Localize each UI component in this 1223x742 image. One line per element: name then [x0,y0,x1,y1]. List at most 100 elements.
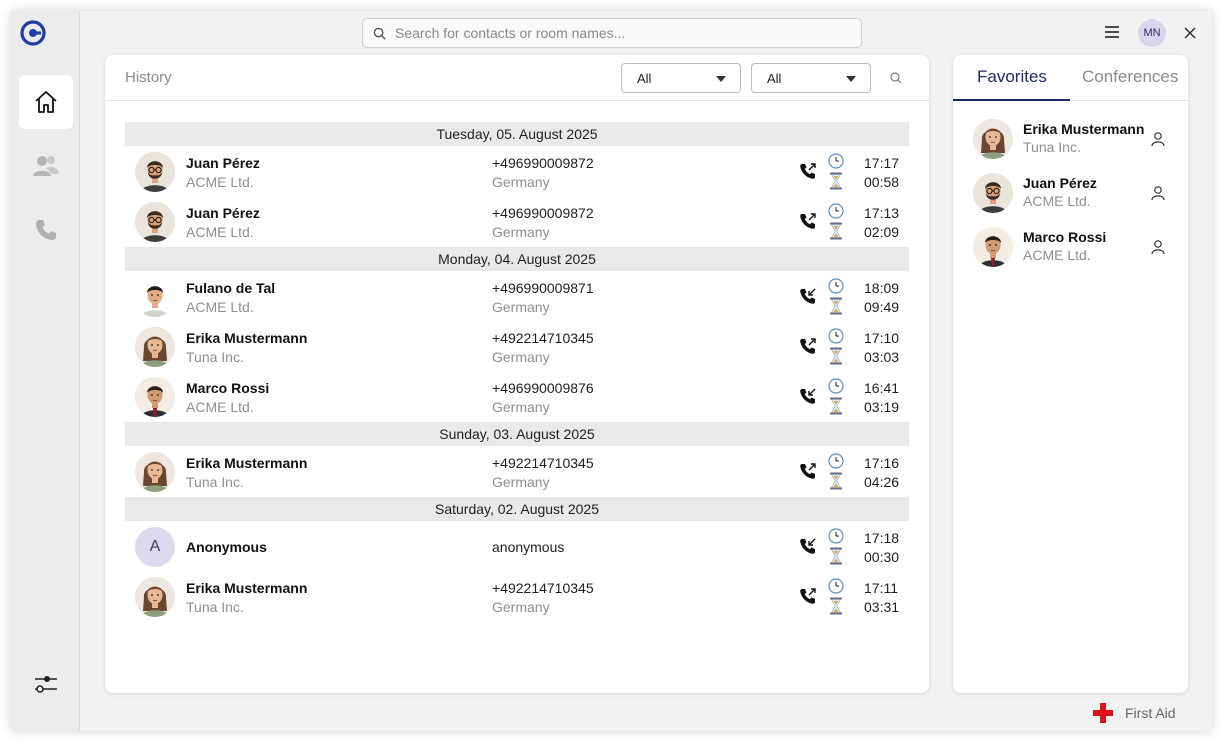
call-duration: 04:26 [864,474,900,490]
contact-avatar [135,452,175,492]
call-time-indicator [828,203,844,219]
history-row[interactable]: Erika Mustermann Tuna Inc. +492214710345 Ge… [125,447,909,497]
history-row[interactable]: Erika Mustermann Tuna Inc. +492214710345 Ge… [125,572,909,622]
contact-name: Marco Rossi [1023,229,1107,245]
app-logo-icon[interactable] [20,20,46,46]
call-time-indicator [828,278,844,294]
close-icon[interactable] [1183,26,1197,40]
tab-conferences[interactable]: Conferences [1082,67,1178,87]
filter-select-1-value: All [637,70,652,86]
contact-avatar [135,202,175,242]
settings-sliders-icon [35,676,57,693]
person-icon[interactable] [1150,131,1166,147]
call-duration-indicator [829,597,843,615]
filter-select-2[interactable]: All [751,63,871,93]
call-time-indicator [828,153,844,169]
contact-avatar [973,227,1013,267]
first-aid-button[interactable]: First Aid [1093,703,1176,723]
tab-favorites[interactable]: Favorites [977,67,1047,87]
hourglass-icon [830,297,842,315]
contact-avatar [135,377,175,417]
hourglass-icon [830,472,842,490]
phone-number: +496990009871 [492,280,594,296]
clock-icon [828,278,844,294]
clock-icon [828,203,844,219]
date-separator: Monday, 04. August 2025 [125,247,909,271]
contact-name: Erika Mustermann [186,330,308,346]
user-avatar[interactable]: MN [1138,19,1166,47]
contact-avatar-icon [973,173,1013,213]
hourglass-icon [830,347,842,365]
person-icon[interactable] [1150,239,1166,255]
call-duration: 02:09 [864,224,900,240]
call-time-indicator [828,378,844,394]
history-search-icon[interactable] [889,71,903,85]
history-row[interactable]: Juan Pérez ACME Ltd. +496990009872 Germany 1… [125,197,909,247]
date-separator: Tuesday, 05. August 2025 [125,122,909,146]
phone-country: Germany [492,399,550,415]
outgoing-call-icon [800,463,816,479]
clock-icon [828,528,844,544]
hourglass-icon [830,597,842,615]
favorite-item[interactable]: Juan Pérez ACME Ltd. [953,166,1188,220]
home-icon [35,91,57,113]
contact-company: Tuna Inc. [186,349,244,365]
call-time-indicator [828,528,844,544]
call-duration: 03:31 [864,599,900,615]
contact-name: Fulano de Tal [186,280,276,296]
contact-company: ACME Ltd. [1023,193,1091,209]
chevron-down-icon [846,76,856,82]
search-input[interactable] [395,25,835,41]
chevron-down-icon [716,76,726,82]
call-time: 17:18 [864,530,900,546]
filter-select-1[interactable]: All [621,63,741,93]
call-duration: 09:49 [864,299,900,315]
nav-home-button[interactable] [19,75,73,129]
global-search[interactable] [362,18,862,48]
call-direction [799,162,817,180]
call-direction [799,462,817,480]
call-duration: 00:58 [864,174,900,190]
history-header: History All All [105,55,929,101]
person-icon[interactable] [1150,185,1166,201]
contact-company: Tuna Inc. [186,599,244,615]
call-duration-indicator [829,547,843,565]
history-row[interactable]: Erika Mustermann Tuna Inc. +492214710345 Ge… [125,322,909,372]
contact-avatar-icon [973,227,1013,267]
history-panel: History All All Tuesday, 05. August 2025… [105,55,929,693]
call-direction [799,387,817,405]
contact-avatar [135,152,175,192]
contact-company: ACME Ltd. [186,399,254,415]
phone-number: +496990009872 [492,205,594,221]
incoming-call-icon [800,388,816,404]
hourglass-icon [830,222,842,240]
contact-name: Erika Mustermann [186,580,308,596]
contact-avatar-icon [135,202,175,242]
contact-company: Tuna Inc. [1023,139,1081,155]
call-direction [799,287,817,305]
call-direction [799,537,817,555]
contact-company: ACME Ltd. [186,299,254,315]
clock-icon [828,328,844,344]
history-row[interactable]: Fulano de Tal ACME Ltd. +496990009871 Germa… [125,272,909,322]
contact-company: ACME Ltd. [1023,247,1091,263]
hamburger-menu-icon[interactable] [1104,25,1120,39]
phone-country: Germany [492,599,550,615]
history-row[interactable]: A Anonymous anonymous 17:18 00:30 [125,522,909,572]
history-row[interactable]: Marco Rossi ACME Ltd. +496990009876 Germany… [125,372,909,422]
contact-avatar: A [135,527,175,567]
contact-name: Juan Pérez [186,205,260,221]
nav-settings-button[interactable] [19,657,73,711]
history-row[interactable]: Juan Pérez ACME Ltd. +496990009872 Germany 1… [125,147,909,197]
nav-contacts-button[interactable] [19,139,73,193]
active-tab-indicator [953,99,1070,101]
hourglass-icon [830,397,842,415]
outgoing-call-icon [800,588,816,604]
phone-number: +496990009876 [492,380,594,396]
nav-phone-button[interactable] [19,203,73,257]
call-time: 17:17 [864,155,900,171]
favorite-item[interactable]: Marco Rossi ACME Ltd. [953,220,1188,274]
favorite-item[interactable]: Erika Mustermann Tuna Inc. [953,112,1188,166]
call-direction [799,337,817,355]
contact-name: Juan Pérez [1023,175,1097,191]
